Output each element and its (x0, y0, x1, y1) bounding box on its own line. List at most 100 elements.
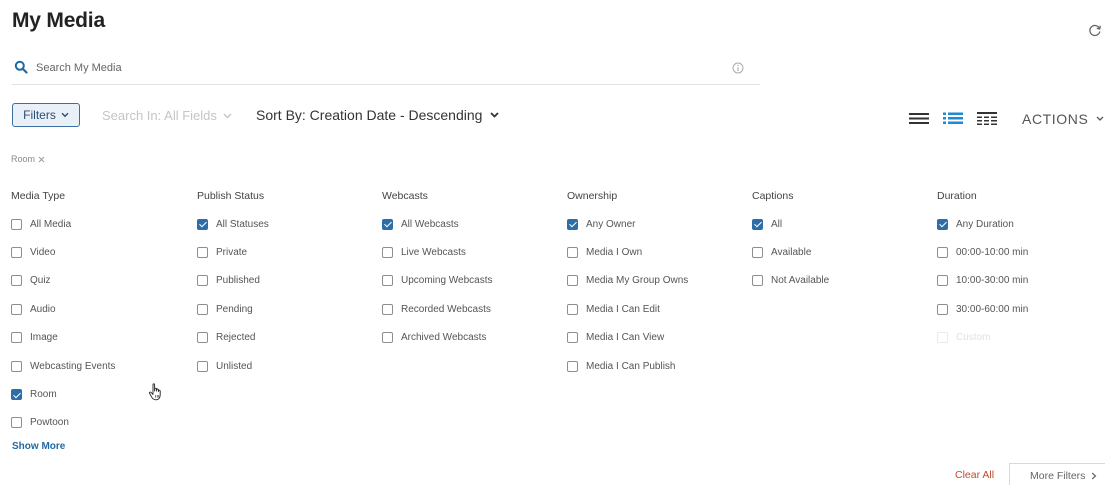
checkbox[interactable] (197, 247, 208, 259)
checkbox[interactable] (382, 303, 393, 315)
filter-option-label: Media I Can Publish (586, 360, 676, 372)
filter-option[interactable]: Rejected (197, 324, 377, 352)
checkbox-checked[interactable] (11, 389, 22, 401)
actions-menu[interactable]: ACTIONS (1022, 111, 1104, 127)
filter-option[interactable]: Live Webcasts (382, 238, 562, 266)
filter-option[interactable]: Custom (937, 324, 1105, 352)
checkbox[interactable] (382, 332, 393, 344)
filter-option[interactable]: Pending (197, 295, 377, 323)
chevron-down-icon (490, 112, 500, 118)
filter-option[interactable]: Powtoon (11, 409, 191, 437)
filter-option[interactable]: Video (11, 238, 191, 266)
filter-option[interactable]: Quiz (11, 267, 191, 295)
table-view-icon[interactable] (976, 110, 998, 126)
filter-option[interactable]: Any Owner (567, 210, 747, 238)
checkbox-checked[interactable] (752, 218, 763, 230)
filter-option-label: All Media (30, 218, 72, 230)
filter-option[interactable]: Media I Can View (567, 324, 747, 352)
active-filter-chip-label: Room (11, 154, 36, 164)
filter-option-label: Archived Webcasts (401, 332, 487, 344)
checkbox[interactable] (382, 275, 393, 287)
checkbox[interactable] (752, 247, 763, 259)
filter-option[interactable]: Private (197, 238, 377, 266)
checkbox[interactable] (752, 275, 763, 287)
filter-option-label: Video (30, 247, 56, 259)
filters-button[interactable]: Filters (12, 103, 80, 127)
filter-option[interactable]: Archived Webcasts (382, 324, 562, 352)
filter-column: Media Type All Media Video Quiz Audio Image We… (11, 190, 191, 437)
sort-by-dropdown[interactable]: Sort By: Creation Date - Descending (256, 107, 500, 123)
show-more-link[interactable]: Show More (12, 441, 65, 452)
checkbox-checked[interactable] (382, 218, 393, 230)
filter-option[interactable]: Published (197, 267, 377, 295)
checkbox[interactable] (11, 218, 22, 230)
page-title: My Media (12, 9, 105, 32)
filter-option[interactable]: All Media (11, 210, 191, 238)
clear-all-link[interactable]: Clear All (955, 469, 994, 481)
filter-option[interactable]: 10:00-30:00 min (937, 267, 1105, 295)
detailed-list-view-icon[interactable] (942, 110, 964, 126)
filter-option[interactable]: Media I Own (567, 238, 747, 266)
filter-option[interactable]: Upcoming Webcasts (382, 267, 562, 295)
filter-option[interactable]: Media I Can Edit (567, 295, 747, 323)
filter-option[interactable]: Media I Can Publish (567, 352, 747, 380)
filter-option[interactable]: All (752, 210, 932, 238)
checkbox[interactable] (11, 332, 22, 344)
chevron-down-icon (1096, 116, 1104, 121)
filter-option[interactable]: Image (11, 324, 191, 352)
checkbox[interactable] (11, 360, 22, 372)
checkbox-checked[interactable] (937, 218, 948, 230)
checkbox[interactable] (937, 247, 948, 259)
sort-by-label: Sort By: Creation Date - Descending (256, 107, 483, 123)
checkbox[interactable] (937, 332, 948, 344)
filter-option-label: Media I Can Edit (586, 303, 660, 315)
filter-option[interactable]: 00:00-10:00 min (937, 238, 1105, 266)
filter-option-label: Image (30, 332, 58, 344)
checkbox[interactable] (567, 303, 578, 315)
refresh-icon[interactable] (1088, 23, 1102, 37)
checkbox[interactable] (197, 303, 208, 315)
filter-option[interactable]: 30:00-60:00 min (937, 295, 1105, 323)
filter-option[interactable]: Any Duration (937, 210, 1105, 238)
checkbox-checked[interactable] (197, 218, 208, 230)
checkbox[interactable] (11, 275, 22, 287)
filter-option-label: Available (771, 247, 812, 259)
list-view-icon[interactable] (908, 110, 930, 126)
checkbox[interactable] (567, 247, 578, 259)
filter-option-label: Not Available (771, 275, 830, 287)
info-icon[interactable] (732, 62, 744, 74)
filter-option-label: Powtoon (30, 417, 69, 429)
filter-option[interactable]: Audio (11, 295, 191, 323)
checkbox[interactable] (567, 360, 578, 372)
checkbox[interactable] (11, 303, 22, 315)
more-filters-button[interactable]: More Filters (1009, 463, 1105, 485)
checkbox[interactable] (197, 332, 208, 344)
checkbox-checked[interactable] (567, 218, 578, 230)
filter-option[interactable]: Unlisted (197, 352, 377, 380)
checkbox[interactable] (567, 332, 578, 344)
checkbox[interactable] (11, 417, 22, 429)
checkbox[interactable] (197, 275, 208, 287)
search-bar (12, 55, 760, 85)
checkbox[interactable] (382, 247, 393, 259)
chevron-down-icon (61, 112, 69, 118)
checkbox[interactable] (937, 303, 948, 315)
filter-option-label: Rejected (216, 332, 256, 344)
checkbox[interactable] (11, 247, 22, 259)
filter-column: Duration Any Duration 00:00-10:00 min 10:00… (937, 190, 1105, 352)
search-input[interactable] (36, 59, 716, 77)
filter-option[interactable]: All Statuses (197, 210, 377, 238)
filter-option[interactable]: All Webcasts (382, 210, 562, 238)
filter-option[interactable]: Available (752, 238, 932, 266)
filter-option[interactable]: Media My Group Owns (567, 267, 747, 295)
checkbox[interactable] (567, 275, 578, 287)
filter-option[interactable]: Room (11, 380, 191, 408)
filter-option[interactable]: Not Available (752, 267, 932, 295)
checkbox[interactable] (197, 360, 208, 372)
close-icon[interactable] (38, 156, 45, 163)
filter-option[interactable]: Webcasting Events (11, 352, 191, 380)
filter-option[interactable]: Recorded Webcasts (382, 295, 562, 323)
filter-column: Publish Status All Statuses Private Publish… (197, 190, 377, 380)
checkbox[interactable] (937, 275, 948, 287)
search-in-dropdown[interactable]: Search In: All Fields (102, 108, 232, 123)
